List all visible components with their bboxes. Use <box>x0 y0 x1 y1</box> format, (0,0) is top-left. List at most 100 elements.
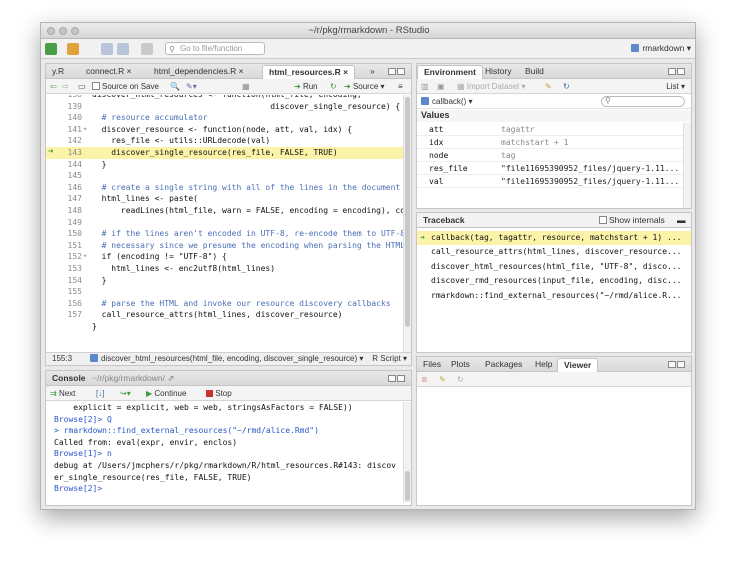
code-line[interactable]: 151 # necessary since we presume the enc… <box>46 240 403 252</box>
clear-viewer-icon[interactable]: ✎ <box>439 374 446 385</box>
variable-row[interactable]: res_file "file11695390952_files/jquery-1.… <box>417 162 683 175</box>
code-line[interactable]: 155 <box>46 286 403 298</box>
code-line[interactable]: } <box>46 321 403 333</box>
code-line[interactable]: 149 <box>46 217 403 229</box>
code-line[interactable]: 139 discover_single_resource) { <box>46 101 403 113</box>
line-number[interactable]: 145 <box>60 170 82 182</box>
viewer-pane-controls[interactable] <box>667 360 687 369</box>
source-on-save-checkbox[interactable]: Source on Save <box>92 81 159 92</box>
line-number[interactable]: 157 <box>60 309 82 321</box>
code-line[interactable]: 156 # parse the HTML and invoke our reso… <box>46 298 403 310</box>
refresh-icon[interactable]: ↻ <box>563 81 570 92</box>
editor-scrollbar[interactable] <box>403 95 411 352</box>
line-number[interactable]: 153 <box>60 263 82 275</box>
line-number[interactable]: 144 <box>60 159 82 171</box>
tab-files[interactable]: Files <box>417 358 447 372</box>
function-navigator[interactable]: discover_html_resources(html_file, encod… <box>90 353 363 365</box>
line-number[interactable]: 152 <box>60 251 82 263</box>
pane-controls[interactable] <box>387 67 407 76</box>
tab-html-dependencies-r[interactable]: html_dependencies.R × <box>148 65 250 79</box>
line-number[interactable]: 140 <box>60 112 82 124</box>
line-number[interactable]: 139 <box>60 101 82 113</box>
open-file-icon[interactable] <box>67 43 79 55</box>
traceback-frame[interactable]: discover_html_resources(html_file, "UTF-… <box>417 260 691 274</box>
line-number[interactable]: 146 <box>60 182 82 194</box>
tab-packages[interactable]: Packages <box>479 358 528 372</box>
run-button[interactable]: ➜ Run <box>294 81 318 92</box>
code-line[interactable]: 144 } <box>46 159 403 171</box>
code-line[interactable]: 157 call_resource_attrs(html_lines, disc… <box>46 309 403 321</box>
print-icon[interactable] <box>141 43 153 55</box>
step-into-icon[interactable]: [↓] <box>96 388 104 399</box>
tab-html-resources-r[interactable]: html_resources.R × <box>262 65 356 79</box>
code-tools-icon[interactable]: ✎▾ <box>186 81 197 92</box>
stop-viewer-icon[interactable]: ⊗ <box>421 374 428 385</box>
line-number[interactable]: 142 <box>60 135 82 147</box>
source-button[interactable]: ➜ Source ▾ <box>344 81 385 92</box>
refresh-viewer-icon[interactable]: ↻ <box>457 374 464 385</box>
compile-icon[interactable]: ▦ <box>242 81 250 92</box>
line-number[interactable]: 151 <box>60 240 82 252</box>
code-line[interactable]: 146 # create a single string with all of… <box>46 182 403 194</box>
editor-options-icon[interactable]: ≡ <box>398 81 403 92</box>
traceback-minimize-icon[interactable]: ▬ <box>671 214 691 228</box>
line-number[interactable]: 148 <box>60 205 82 217</box>
traceback-frame[interactable]: ➜ callback(tag, tagattr, resource, matchs… <box>417 231 691 245</box>
save-workspace-icon[interactable]: ▣ <box>437 81 445 92</box>
traceback-frame[interactable]: rmarkdown::find_external_resources("~/rm… <box>417 289 691 303</box>
console-path[interactable]: ~/r/pkg/rmarkdown/ ⇗ <box>86 372 180 386</box>
line-number[interactable]: 154 <box>60 275 82 287</box>
import-dataset-button[interactable]: ▦ Import Dataset ▾ <box>457 81 526 92</box>
code-line[interactable]: 142 res_file <- utils::URLdecode(val) <box>46 135 403 147</box>
back-icon[interactable]: ⇦ <box>50 81 57 92</box>
fold-icon[interactable]: ▾ <box>83 124 87 136</box>
traceback-frame[interactable]: discover_rmd_resources(input_file, encod… <box>417 274 691 288</box>
line-number[interactable]: 141 <box>60 124 82 136</box>
goto-file-input[interactable]: ⚲ Go to file/function <box>165 42 265 55</box>
save-icon[interactable] <box>101 43 113 55</box>
new-file-icon[interactable] <box>45 43 57 55</box>
environment-scope-menu[interactable]: callback() ▾ <box>421 96 472 107</box>
console-output[interactable]: explicit = explicit, web = web, stringsA… <box>54 402 401 501</box>
code-line[interactable]: 141 ▾ discover_resource <- function(node,… <box>46 124 403 136</box>
project-menu[interactable]: rmarkdown ▾ <box>631 43 691 54</box>
save-all-icon[interactable] <box>117 43 129 55</box>
line-number[interactable]: 149 <box>60 217 82 229</box>
view-mode-menu[interactable]: List ▾ <box>666 81 685 92</box>
continue-button[interactable]: ▶ Continue <box>146 388 186 399</box>
show-in-window-icon[interactable]: ▭ <box>78 81 86 92</box>
environment-search-input[interactable]: ⚲ <box>601 96 685 107</box>
stop-button[interactable]: Stop <box>206 388 232 399</box>
finish-icon[interactable]: ↪▾ <box>120 388 131 399</box>
next-button[interactable]: ⇉ Next <box>50 388 75 399</box>
environment-scrollbar[interactable] <box>683 123 691 208</box>
env-pane-controls[interactable] <box>667 67 687 76</box>
console-scrollbar[interactable] <box>403 402 411 503</box>
file-type[interactable]: R Script ▾ <box>372 353 407 365</box>
variable-row[interactable]: idx matchstart + 1 <box>417 136 683 149</box>
rerun-icon[interactable]: ↻ <box>330 81 337 92</box>
code-line[interactable]: ➜ 143 discover_single_resource(res_file, … <box>46 147 403 159</box>
tab-environment[interactable]: Environment <box>417 65 483 79</box>
more-tabs-icon[interactable]: » <box>364 65 381 79</box>
code-line[interactable]: 140 # resource accumulator <box>46 112 403 124</box>
forward-icon[interactable]: ⇨ <box>62 81 69 92</box>
tab-connect-r[interactable]: connect.R × <box>80 65 138 79</box>
line-number[interactable]: 156 <box>60 298 82 310</box>
code-line[interactable]: 147 html_lines <- paste( <box>46 193 403 205</box>
tab-help[interactable]: Help <box>529 358 558 372</box>
line-number[interactable]: 143 <box>60 147 82 159</box>
code-line[interactable]: 150 # if the lines aren't encoded in UTF… <box>46 228 403 240</box>
tab-plots[interactable]: Plots <box>445 358 476 372</box>
code-line[interactable]: 154 } <box>46 275 403 287</box>
variable-row[interactable]: node tag <box>417 149 683 162</box>
tab-y-r[interactable]: y.R <box>46 65 70 79</box>
find-icon[interactable]: 🔍 <box>170 81 180 92</box>
show-internals-checkbox[interactable]: Show internals <box>593 214 671 228</box>
code-line[interactable]: 148 readLines(html_file, warn = FALSE, e… <box>46 205 403 217</box>
clear-workspace-icon[interactable]: ✎ <box>545 81 552 92</box>
tab-console[interactable]: Console <box>46 372 92 386</box>
tab-build[interactable]: Build <box>519 65 550 79</box>
load-workspace-icon[interactable]: ▥ <box>421 81 429 92</box>
variable-row[interactable]: att tagattr <box>417 123 683 136</box>
